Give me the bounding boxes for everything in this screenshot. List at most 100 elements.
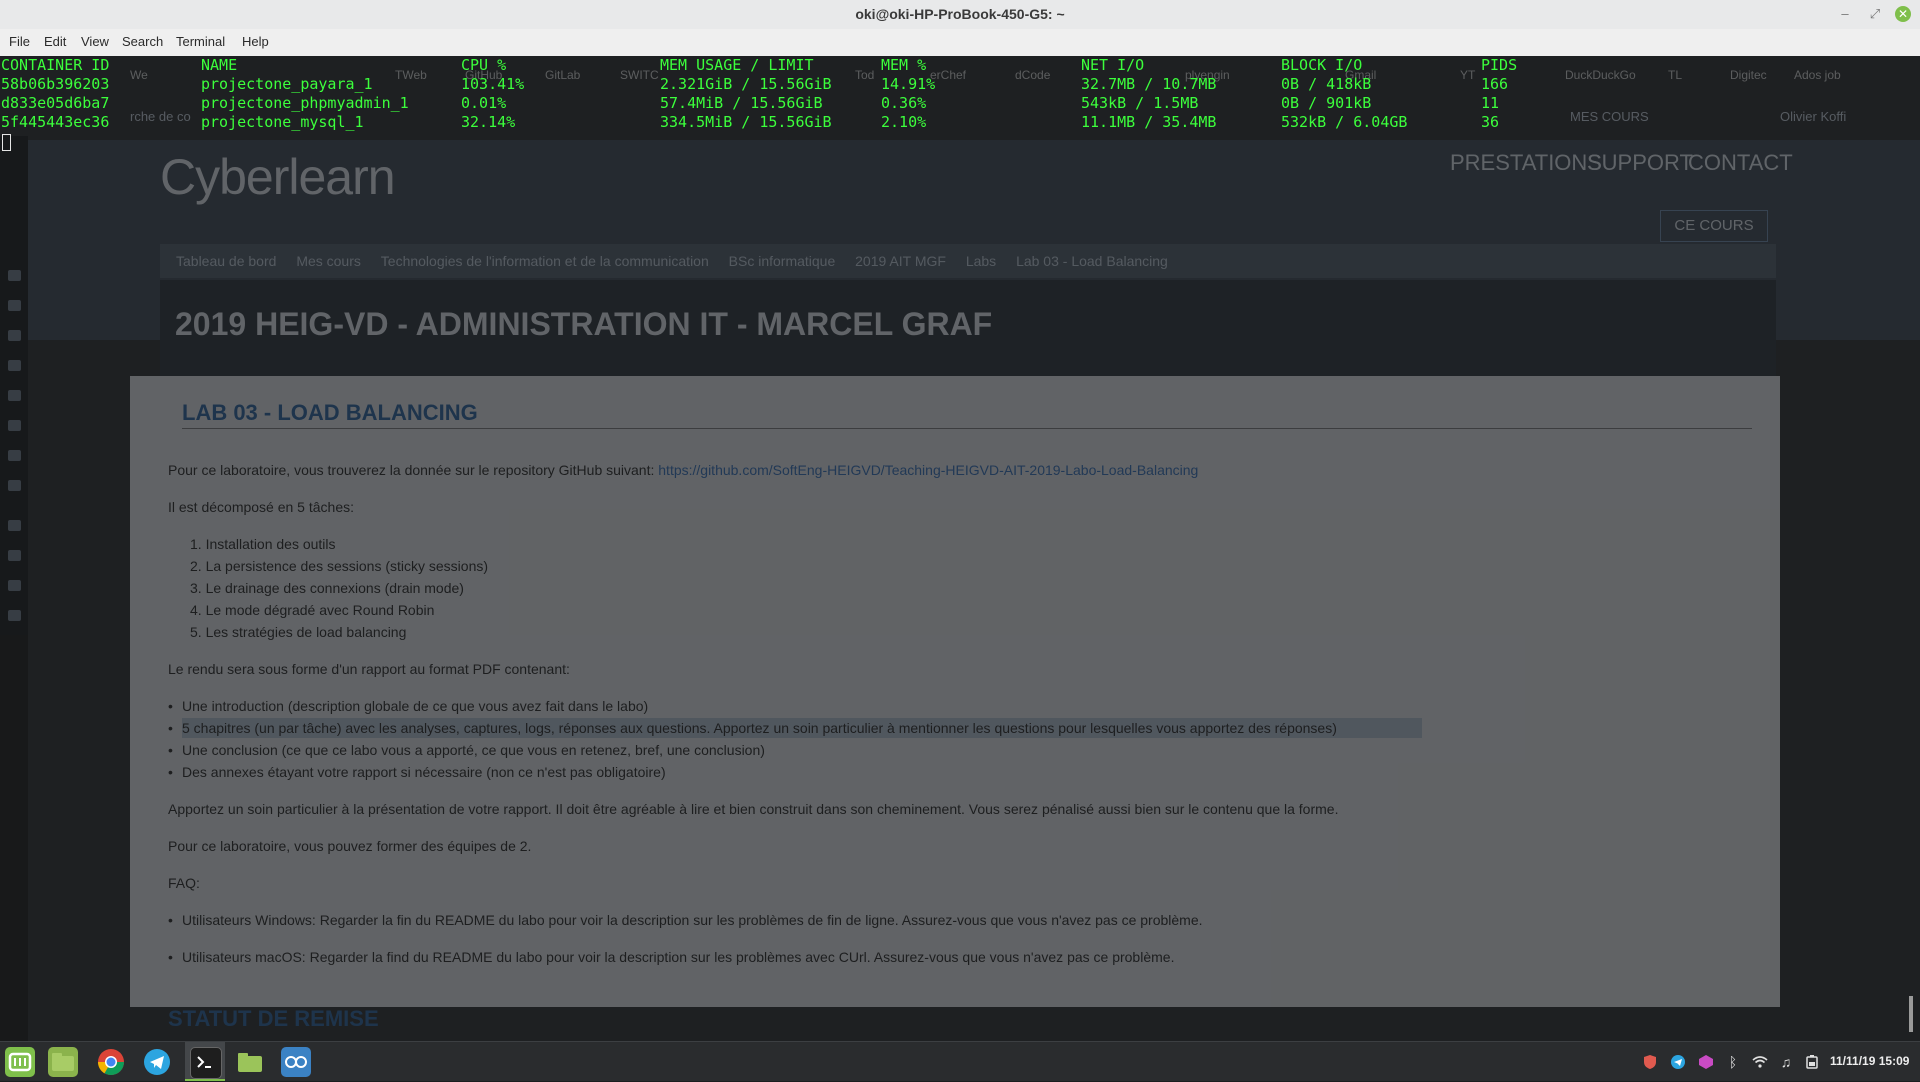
- maximize-icon[interactable]: ⤢: [1866, 5, 1884, 23]
- presentation-paragraph: Apportez un soin particulier à la présen…: [168, 801, 1339, 817]
- folder-icon: [8, 420, 21, 431]
- cpu-percent: 103.41%: [461, 75, 525, 93]
- bookmark: We: [130, 68, 148, 82]
- calendar-icon: [8, 580, 21, 591]
- menu-edit[interactable]: Edit: [44, 34, 66, 49]
- terminal-area[interactable]: We TWeb GitHub GitLab SWITC Tod erChef d…: [0, 56, 1920, 1063]
- stats-row: 58b06b396203 projectone_payara_1 103.41%…: [1, 75, 1508, 93]
- bookmark: Digitec: [1730, 68, 1767, 82]
- header-cell: CPU %: [461, 56, 507, 74]
- shield-icon[interactable]: [1642, 1054, 1658, 1070]
- menu-search[interactable]: Search: [122, 34, 163, 49]
- pids: 36: [1481, 113, 1500, 131]
- home-icon: [8, 550, 21, 561]
- minimize-icon[interactable]: –: [1836, 5, 1854, 23]
- telegram-icon[interactable]: [142, 1047, 172, 1077]
- header-cell: MEM USAGE / LIMIT: [660, 56, 814, 74]
- breadcrumb-item: Labs: [965, 253, 997, 269]
- menu-terminal[interactable]: Terminal: [176, 34, 225, 49]
- chrome-icon[interactable]: [96, 1047, 126, 1077]
- section-rule: [182, 428, 1752, 429]
- mem-percent: 2.10%: [881, 113, 927, 131]
- terminal-scrollbar[interactable]: [1909, 996, 1913, 1032]
- breadcrumb-item: Mes cours: [296, 253, 361, 269]
- bookmark: dCode: [1015, 68, 1051, 82]
- file-icon: [8, 610, 21, 621]
- taskbar: ᛒ ♫ 11/11/19 15:09: [0, 1041, 1920, 1081]
- bookmark: DuckDuckGo: [1565, 68, 1636, 82]
- header-cell: NAME: [201, 56, 238, 74]
- container-name: projectone_mysql_1: [201, 113, 364, 131]
- bluetooth-icon[interactable]: ᛒ: [1725, 1054, 1741, 1070]
- breadcrumb-item: Technologies de l'information et de la c…: [380, 253, 709, 269]
- header-cell: BLOCK I/O: [1281, 56, 1363, 74]
- mint-menu-icon[interactable]: [5, 1047, 35, 1077]
- terminal-menubar: File Edit View Search Terminal Help: [0, 29, 1920, 57]
- sidebar-icon: [8, 330, 21, 341]
- breadcrumb-item: 2019 AIT MGF: [855, 253, 946, 269]
- stats-row: 5f445443ec36 projectone_mysql_1 32.14% 3…: [1, 113, 1499, 131]
- mem-usage: 57.4MiB / 15.56GiB: [660, 94, 823, 112]
- clock[interactable]: 11/11/19 15:09: [1830, 1054, 1909, 1068]
- container-id: 5f445443ec36: [1, 113, 110, 131]
- mem-usage: 334.5MiB / 15.56GiB: [660, 113, 832, 131]
- mem-percent: 0.36%: [881, 94, 927, 112]
- files-icon[interactable]: [48, 1047, 78, 1077]
- background-webpage: We TWeb GitHub GitLab SWITC Tod erChef d…: [0, 56, 1920, 1063]
- mem-usage: 2.321GiB / 15.56GiB: [660, 75, 832, 93]
- nav-support: SUPPORT: [1587, 150, 1693, 175]
- section-title: LAB 03 - LOAD BALANCING: [182, 400, 478, 425]
- menu-view[interactable]: View: [81, 34, 109, 49]
- faq-heading: FAQ:: [168, 875, 200, 891]
- bookmark: SWITC: [620, 68, 659, 82]
- report-intro: Le rendu sera sous forme d'un rapport au…: [168, 661, 570, 677]
- faq-item: Utilisateurs macOS: Regarder la find du …: [168, 949, 1174, 965]
- bookmark: TWeb: [395, 68, 427, 82]
- teams-paragraph: Pour ce laboratoire, vous pouvez former …: [168, 838, 532, 854]
- close-icon[interactable]: ✕: [1895, 6, 1911, 22]
- folder-icon: [8, 390, 21, 401]
- user-name: Olivier Koffi: [1780, 109, 1847, 124]
- folder-icon[interactable]: [235, 1047, 265, 1077]
- bookmark: TL: [1668, 68, 1683, 82]
- report-item: 5 chapitres (un par tâche) avec les anal…: [168, 720, 1337, 736]
- pids: 11: [1481, 94, 1500, 112]
- intro-text: Pour ce laboratoire, vous trouverez la d…: [168, 462, 655, 478]
- intro-paragraph: Pour ce laboratoire, vous trouverez la d…: [168, 462, 1198, 478]
- task-item: 4. Le mode dégradé avec Round Robin: [190, 602, 435, 618]
- visual-icon[interactable]: [281, 1047, 311, 1077]
- statut-heading: STATUT DE REMISE: [168, 1006, 379, 1031]
- breadcrumb-item: Tableau de bord: [176, 253, 277, 269]
- nav-prestations: PRESTATIONS: [1450, 150, 1602, 175]
- cpu-percent: 0.01%: [461, 94, 507, 112]
- bookmark: YT: [1460, 68, 1476, 82]
- report-item: Une conclusion (ce que ce labo vous a ap…: [168, 742, 765, 758]
- menu-help[interactable]: Help: [242, 34, 269, 49]
- header-cell: NET I/O: [1081, 56, 1145, 74]
- net-io: 11.1MB / 35.4MB: [1081, 113, 1217, 131]
- tasks-intro: Il est décomposé en 5 tâches:: [168, 499, 354, 515]
- sidebar-icon: [8, 360, 21, 371]
- breadcrumb: Tableau de bord Mes cours Technologies d…: [160, 244, 1776, 278]
- net-io: 543kB / 1.5MB: [1081, 94, 1199, 112]
- wifi-icon[interactable]: [1752, 1054, 1768, 1070]
- terminal-icon[interactable]: [190, 1047, 222, 1079]
- course-title: 2019 HEIG-VD - ADMINISTRATION IT - MARCE…: [175, 306, 993, 342]
- block-io: 0B / 901kB: [1281, 94, 1372, 112]
- task-item: 1. Installation des outils: [190, 536, 336, 552]
- task-item: 2. La persistence des sessions (sticky s…: [190, 558, 489, 574]
- music-icon[interactable]: ♫: [1778, 1054, 1794, 1070]
- menu-file[interactable]: File: [9, 34, 30, 49]
- ce-cours-button: CE COURS: [1660, 210, 1768, 242]
- site-search-hint: rche de co: [130, 109, 191, 124]
- bookmark: GitLab: [545, 68, 581, 82]
- app-tray-icon[interactable]: [1698, 1054, 1714, 1070]
- terminal-titlebar: oki@oki-HP-ProBook-450-G5: ~ – ⤢ ✕: [0, 0, 1920, 30]
- task-item: 3. Le drainage des connexions (drain mod…: [190, 580, 464, 596]
- repo-link: https://github.com/SoftEng-HEIGVD/Teachi…: [658, 462, 1199, 478]
- pids: 166: [1481, 75, 1509, 93]
- cpu-percent: 32.14%: [461, 113, 516, 131]
- battery-icon[interactable]: [1804, 1054, 1820, 1070]
- container-name: projectone_payara_1: [201, 75, 373, 93]
- telegram-tray-icon[interactable]: [1670, 1054, 1686, 1070]
